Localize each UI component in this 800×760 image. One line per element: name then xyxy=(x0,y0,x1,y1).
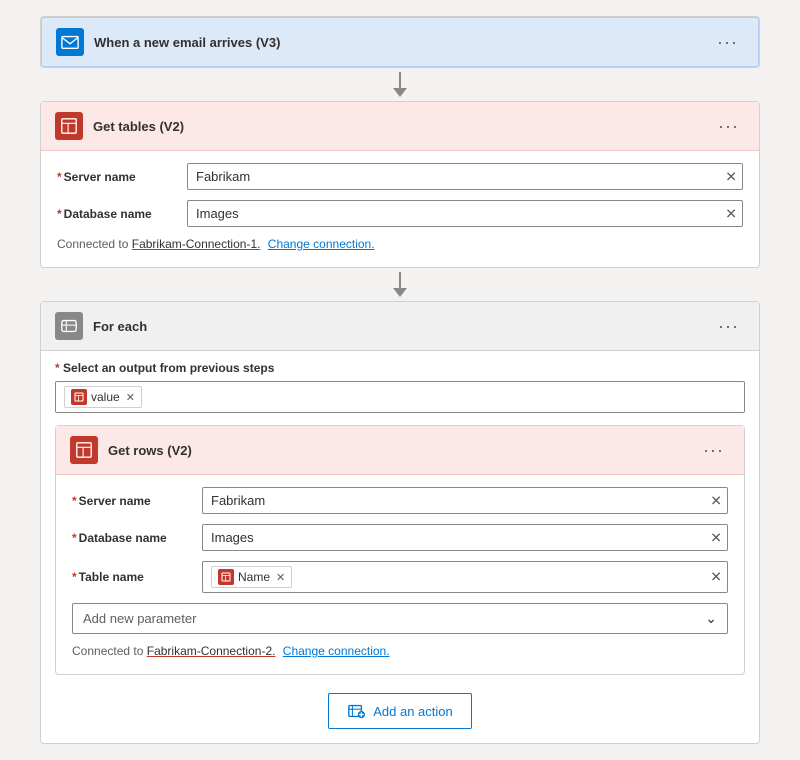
get-rows-db-label: *Database name xyxy=(72,531,192,545)
select-required-star: * xyxy=(55,361,60,375)
get-rows-card: Get rows (V2) ··· *Server name ✕ xyxy=(55,425,745,675)
add-action-button[interactable]: Add an action xyxy=(328,693,472,729)
get-tables-server-input-wrap: ✕ xyxy=(187,163,743,190)
gr-server-star: * xyxy=(72,494,77,508)
get-rows-connection-link[interactable]: Fabrikam-Connection-2. xyxy=(147,644,276,658)
name-token-table-icon xyxy=(221,572,231,582)
get-rows-table-icon xyxy=(75,441,93,459)
get-tables-change-connection[interactable]: Change connection. xyxy=(268,237,375,251)
name-token-close[interactable]: ✕ xyxy=(276,571,285,584)
get-tables-db-input-wrap: ✕ xyxy=(187,200,743,227)
gr-table-star: * xyxy=(72,570,77,584)
for-each-icon xyxy=(55,312,83,340)
value-token-icon xyxy=(71,389,87,405)
for-each-header: For each ··· xyxy=(41,302,759,351)
get-rows-icon xyxy=(70,436,98,464)
get-rows-db-clear[interactable]: ✕ xyxy=(710,529,722,546)
get-tables-icon xyxy=(55,112,83,140)
get-rows-table-token-field[interactable]: Name ✕ xyxy=(202,561,728,593)
loop-icon xyxy=(60,317,78,335)
server-required-star: * xyxy=(57,170,62,184)
add-action-icon xyxy=(347,702,365,720)
arrow-head-2 xyxy=(393,288,407,297)
get-rows-table-clear[interactable]: ✕ xyxy=(710,569,722,586)
for-each-card: For each ··· * Select an output from pre… xyxy=(40,301,760,744)
get-rows-header: Get rows (V2) ··· xyxy=(56,426,744,475)
arrow-2 xyxy=(393,268,407,301)
get-tables-header: Get tables (V2) ··· xyxy=(41,102,759,151)
get-tables-server-clear[interactable]: ✕ xyxy=(725,168,737,185)
table-icon xyxy=(60,117,78,135)
get-tables-server-row: *Server name ✕ xyxy=(57,163,743,190)
get-rows-db-input[interactable] xyxy=(202,524,728,551)
get-rows-server-input-wrap: ✕ xyxy=(202,487,728,514)
get-tables-title: Get tables (V2) xyxy=(93,119,702,134)
trigger-title: When a new email arrives (V3) xyxy=(94,35,701,50)
get-rows-server-label: *Server name xyxy=(72,494,192,508)
get-rows-server-clear[interactable]: ✕ xyxy=(710,492,722,509)
get-rows-db-input-wrap: ✕ xyxy=(202,524,728,551)
get-rows-db-row: *Database name ✕ xyxy=(72,524,728,551)
get-rows-change-connection[interactable]: Change connection. xyxy=(283,644,390,658)
get-tables-menu[interactable]: ··· xyxy=(712,114,745,139)
trigger-menu[interactable]: ··· xyxy=(711,30,744,55)
email-icon xyxy=(61,33,79,51)
get-rows-body: *Server name ✕ *Database name xyxy=(56,475,744,674)
add-new-param-label: Add new parameter xyxy=(83,611,196,626)
trigger-icon xyxy=(56,28,84,56)
trigger-card: When a new email arrives (V3) ··· xyxy=(40,16,760,68)
get-tables-connection-link[interactable]: Fabrikam-Connection-1. xyxy=(132,237,261,251)
get-rows-table-row: *Table name xyxy=(72,561,728,593)
get-rows-server-row: *Server name ✕ xyxy=(72,487,728,514)
value-token: value ✕ xyxy=(64,386,142,408)
flow-container: When a new email arrives (V3) ··· Get ta… xyxy=(40,16,760,744)
get-tables-card: Get tables (V2) ··· *Server name ✕ *Data… xyxy=(40,101,760,268)
name-token-label: Name xyxy=(238,570,270,584)
token-table-icon xyxy=(74,392,84,402)
value-token-close[interactable]: ✕ xyxy=(126,391,135,404)
value-token-label: value xyxy=(91,390,120,404)
select-output-section: * Select an output from previous steps v… xyxy=(55,361,745,413)
chevron-down-icon: ⌄ xyxy=(705,610,717,627)
db-required-star: * xyxy=(57,207,62,221)
get-rows-title: Get rows (V2) xyxy=(108,443,687,458)
add-action-label: Add an action xyxy=(373,704,453,719)
get-rows-menu[interactable]: ··· xyxy=(697,438,730,463)
add-new-param-btn[interactable]: Add new parameter ⌄ xyxy=(72,603,728,634)
gr-db-star: * xyxy=(72,531,77,545)
get-tables-server-label: *Server name xyxy=(57,170,177,184)
arrow-head-1 xyxy=(393,88,407,97)
get-rows-connection-row: Connected to Fabrikam-Connection-2. Chan… xyxy=(72,644,728,660)
get-tables-server-input[interactable] xyxy=(187,163,743,190)
get-tables-body: *Server name ✕ *Database name ✕ Con xyxy=(41,151,759,267)
for-each-title: For each xyxy=(93,319,702,334)
name-token: Name ✕ xyxy=(211,566,292,588)
name-token-icon xyxy=(218,569,234,585)
trigger-header: When a new email arrives (V3) ··· xyxy=(41,17,759,67)
get-tables-db-clear[interactable]: ✕ xyxy=(725,205,737,222)
get-tables-connection-row: Connected to Fabrikam-Connection-1. Chan… xyxy=(57,237,743,253)
get-rows-table-label: *Table name xyxy=(72,570,192,584)
select-output-field[interactable]: value ✕ xyxy=(55,381,745,413)
get-tables-db-input[interactable] xyxy=(187,200,743,227)
for-each-body: * Select an output from previous steps v… xyxy=(41,351,759,743)
add-action-container: Add an action xyxy=(55,685,745,729)
arrow-line-1 xyxy=(399,72,401,88)
get-rows-table-input-wrap: Name ✕ ✕ xyxy=(202,561,728,593)
select-output-label: * Select an output from previous steps xyxy=(55,361,745,375)
arrow-1 xyxy=(393,68,407,101)
get-tables-db-row: *Database name ✕ xyxy=(57,200,743,227)
get-rows-server-input[interactable] xyxy=(202,487,728,514)
arrow-line-2 xyxy=(399,272,401,288)
for-each-menu[interactable]: ··· xyxy=(712,314,745,339)
get-tables-db-label: *Database name xyxy=(57,207,177,221)
